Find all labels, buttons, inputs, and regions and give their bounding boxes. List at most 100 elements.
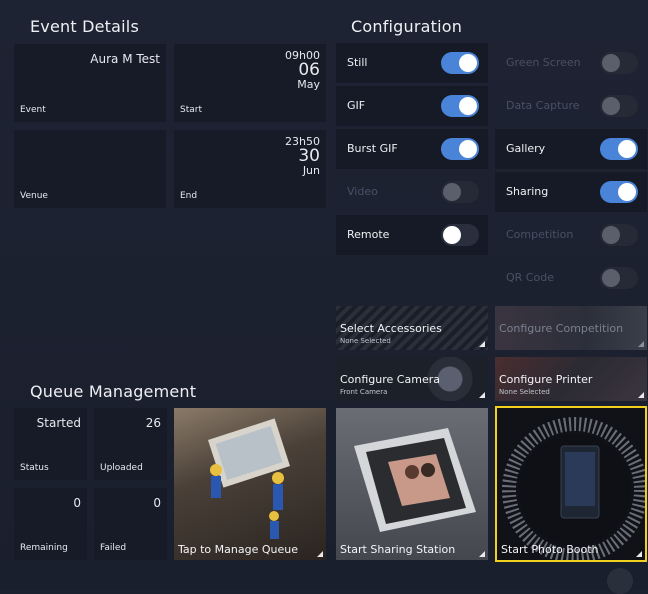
toggle-knob	[602, 226, 620, 244]
end-tile[interactable]: 23h50 30 Jun End	[174, 130, 326, 208]
photo-booth-illustration	[502, 417, 645, 560]
config-gif[interactable]: GIF	[336, 86, 488, 126]
gallery-toggle[interactable]	[600, 138, 638, 160]
configure-camera-button[interactable]: Configure Camera Front Camera	[336, 357, 488, 401]
toggle-knob	[443, 183, 461, 201]
config-competition: Competition	[495, 215, 647, 255]
config-gif-label: GIF	[347, 99, 366, 112]
corner-arrow-icon	[479, 341, 485, 347]
corner-arrow-icon	[317, 551, 323, 557]
config-qr-code: QR Code	[495, 258, 647, 298]
config-gallery[interactable]: Gallery	[495, 129, 647, 169]
config-burst-gif-label: Burst GIF	[347, 142, 398, 155]
qr-code-toggle	[600, 267, 638, 289]
uploaded-tile: 26 Uploaded	[94, 408, 167, 480]
corner-arrow-icon	[479, 392, 485, 398]
toggle-knob	[602, 269, 620, 287]
remaining-value: 0	[73, 496, 81, 510]
competition-toggle	[600, 224, 638, 246]
configure-camera-title: Configure Camera	[340, 373, 440, 386]
config-video-label: Video	[347, 185, 378, 198]
toggle-knob	[443, 226, 461, 244]
status-tile: Started Status	[14, 408, 87, 480]
config-sharing[interactable]: Sharing	[495, 172, 647, 212]
toggle-knob	[459, 54, 477, 72]
config-video: Video	[336, 172, 488, 212]
configure-printer-button[interactable]: Configure Printer None Selected	[495, 357, 647, 401]
start-date: 09h00 06 May	[285, 50, 320, 91]
home-button[interactable]	[607, 568, 633, 594]
manage-queue-button[interactable]: Tap to Manage Queue	[174, 408, 326, 560]
sharing-station-title: Start Sharing Station	[340, 543, 456, 556]
start-day: 06	[298, 59, 320, 80]
remaining-tile: 0 Remaining	[14, 488, 87, 560]
sharing-toggle[interactable]	[600, 181, 638, 203]
app-screen: Event Details Aura M Test Event 09h00 06…	[0, 0, 648, 594]
config-gallery-label: Gallery	[506, 142, 546, 155]
status-label: Status	[20, 463, 49, 473]
remote-toggle[interactable]	[441, 224, 479, 246]
video-toggle	[441, 181, 479, 203]
select-accessories-subtitle: None Selected	[340, 337, 391, 345]
config-remote[interactable]: Remote	[336, 215, 488, 255]
toggle-knob	[602, 97, 620, 115]
configure-competition-title: Configure Competition	[499, 322, 624, 335]
event-tile[interactable]: Aura M Test Event	[14, 44, 166, 122]
start-tile[interactable]: 09h00 06 May Start	[174, 44, 326, 122]
toggle-knob	[618, 183, 636, 201]
config-green-screen-label: Green Screen	[506, 56, 581, 69]
toggle-knob	[459, 140, 477, 158]
corner-arrow-icon	[479, 551, 485, 557]
config-competition-label: Competition	[506, 228, 574, 241]
still-toggle[interactable]	[441, 52, 479, 74]
end-month: Jun	[302, 164, 320, 178]
toggle-knob	[459, 97, 477, 115]
burst-gif-toggle[interactable]	[441, 138, 479, 160]
config-still[interactable]: Still	[336, 43, 488, 83]
select-accessories-button[interactable]: Select Accessories None Selected	[336, 306, 488, 350]
queue-illustration	[207, 418, 291, 539]
start-photo-booth-button[interactable]: Start Photo Booth	[495, 406, 647, 562]
queue-header: Queue Management	[30, 382, 197, 401]
start-month: May	[297, 78, 320, 92]
gif-toggle[interactable]	[441, 95, 479, 117]
tablet-illustration	[354, 428, 476, 532]
config-green-screen: Green Screen	[495, 43, 647, 83]
toggle-knob	[602, 54, 620, 72]
configure-printer-title: Configure Printer	[499, 373, 593, 386]
configuration-header: Configuration	[351, 17, 463, 36]
start-sharing-station-button[interactable]: Start Sharing Station	[336, 408, 488, 560]
end-label: End	[180, 191, 198, 201]
configure-printer-subtitle: None Selected	[499, 388, 550, 396]
config-data-capture-label: Data Capture	[506, 99, 580, 112]
data-capture-toggle	[600, 95, 638, 117]
toggle-knob	[618, 140, 636, 158]
configure-camera-subtitle: Front Camera	[340, 388, 388, 396]
green-screen-toggle	[600, 52, 638, 74]
config-sharing-label: Sharing	[506, 185, 549, 198]
config-still-label: Still	[347, 56, 368, 69]
corner-arrow-icon	[636, 551, 642, 557]
status-value: Started	[36, 416, 81, 430]
corner-arrow-icon	[638, 341, 644, 347]
corner-arrow-icon	[638, 392, 644, 398]
manage-queue-title: Tap to Manage Queue	[178, 543, 298, 556]
venue-label: Venue	[20, 191, 48, 201]
uploaded-value: 26	[145, 416, 161, 430]
configure-competition-button: Configure Competition	[495, 306, 647, 350]
event-name: Aura M Test	[90, 52, 160, 66]
event-label: Event	[20, 105, 46, 115]
end-day: 30	[298, 145, 320, 166]
venue-tile[interactable]: Venue	[14, 130, 166, 208]
failed-value: 0	[153, 496, 161, 510]
config-burst-gif[interactable]: Burst GIF	[336, 129, 488, 169]
remaining-label: Remaining	[20, 543, 68, 553]
config-remote-label: Remote	[347, 228, 390, 241]
failed-tile: 0 Failed	[94, 488, 167, 560]
start-label: Start	[180, 105, 202, 115]
config-data-capture: Data Capture	[495, 86, 647, 126]
uploaded-label: Uploaded	[100, 463, 143, 473]
config-qr-code-label: QR Code	[506, 271, 554, 284]
select-accessories-title: Select Accessories	[340, 322, 442, 335]
end-date: 23h50 30 Jun	[285, 136, 320, 177]
